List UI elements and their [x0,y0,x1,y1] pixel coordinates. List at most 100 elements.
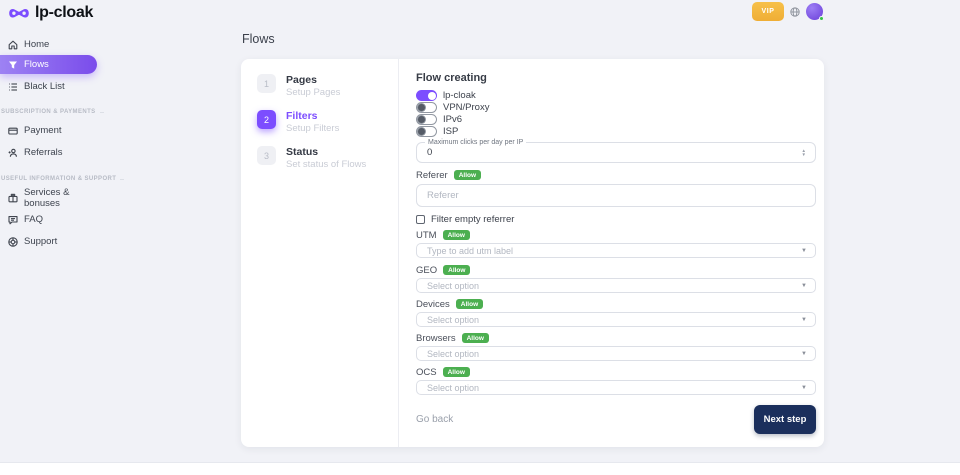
utm-label: UTM [416,230,437,241]
geo-label-row: GEO Allow [416,265,816,275]
sidebar-item-label: Payment [24,125,62,136]
utm-combobox[interactable]: Type to add utm label ▼ [416,243,816,258]
step-number: 2 [257,110,276,129]
brand-name: lp-cloak [35,4,93,22]
max-clicks-label: Maximum clicks per day per IP [425,139,526,147]
geo-select[interactable]: Select option ▼ [416,278,816,293]
step-filters[interactable]: 2 Filters Setup Filters [257,110,386,134]
next-step-button[interactable]: Next step [754,405,816,434]
chevron-down-icon: ▼ [801,385,807,391]
allow-badge[interactable]: Allow [443,265,470,275]
sidebar-item-referrals[interactable]: Services & bonuses Referrals [0,147,100,158]
step-subtitle: Setup Pages [286,87,340,98]
devices-select[interactable]: Select option ▼ [416,312,816,327]
toggle-switch-off[interactable] [416,102,437,113]
devices-label-row: Devices Allow [416,299,816,309]
section-divider [120,179,124,180]
step-title: Filters [286,110,339,122]
toggle-lp-cloak[interactable]: lp-cloak [416,90,816,101]
bottom-footer-strip [0,462,960,475]
allow-badge[interactable]: Allow [443,230,470,240]
toggle-isp[interactable]: ISP [416,126,816,137]
ocs-label-row: OCS Allow [416,367,816,377]
app-root: lp-cloak VIP Home Flows [0,0,960,475]
utm-label-row: UTM Allow [416,230,816,240]
home-icon [8,40,18,50]
geo-label: GEO [416,265,437,276]
sidebar-item-payment[interactable]: Payment [0,125,100,136]
list-icon [8,82,18,92]
main-content: Flows 1 Pages Setup Pages 2 Filters Setu… [241,30,824,447]
mask-icon [8,6,30,21]
chevron-down-icon: ▼ [801,283,807,289]
step-number: 3 [257,146,276,165]
sidebar-section-title: Subscription & Payments [0,109,100,115]
chevron-down-icon: ▼ [801,248,807,254]
toggle-switch-off[interactable] [416,126,437,137]
allow-badge[interactable]: Allow [456,299,483,309]
step-status[interactable]: 3 Status Set status of Flows [257,146,386,170]
allow-badge[interactable]: Allow [462,333,489,343]
sidebar-item-label: Referrals [24,147,63,158]
sidebar-section-title: Useful information & Support [0,176,100,182]
chat-icon [8,215,18,225]
step-subtitle: Setup Filters [286,123,339,134]
step-title: Status [286,146,366,158]
sidebar-item-faq[interactable]: FAQ [0,214,100,225]
page-title: Flows [242,32,824,46]
referer-label-row: Referer Allow [416,170,816,180]
vip-button[interactable]: VIP [752,2,784,21]
section-divider [100,112,104,113]
max-clicks-field: Maximum clicks per day per IP ▲▼ [416,142,816,163]
checkbox-unchecked[interactable] [416,215,425,224]
toggle-vpn-proxy[interactable]: VPN/Proxy [416,102,816,113]
sidebar-item-flows[interactable]: Flows [0,55,97,74]
sidebar-item-label: Flows [24,59,49,70]
ocs-label: OCS [416,367,437,378]
sidebar-item-label: Home [24,39,49,50]
form-footer: Go back Next step [416,405,816,434]
flow-card: 1 Pages Setup Pages 2 Filters Setup Filt… [241,59,824,447]
add-user-icon [8,148,18,158]
sidebar-item-label: Services & bonuses [24,187,100,209]
allow-badge[interactable]: Allow [454,170,481,180]
step-pages[interactable]: 1 Pages Setup Pages [257,74,386,98]
sidebar-item-services-bonuses[interactable]: Services & bonuses [0,192,100,203]
toggle-switch-off[interactable] [416,114,437,125]
referer-input[interactable] [416,184,816,207]
max-clicks-input[interactable] [417,147,802,158]
browsers-label-row: Browsers Allow [416,333,816,343]
user-avatar[interactable] [806,3,823,20]
step-number: 1 [257,74,276,93]
filter-empty-referrer-checkbox-row[interactable]: Filter empty referrer [416,214,816,224]
globe-icon[interactable] [790,7,800,17]
online-status-dot [819,16,824,21]
step-subtitle: Set status of Flows [286,159,366,170]
toggle-switch-on[interactable] [416,90,437,101]
header-actions: VIP [752,2,823,21]
devices-label: Devices [416,299,450,310]
credit-card-icon [8,126,18,136]
toggle-ipv6[interactable]: IPv6 [416,114,816,125]
browsers-label: Browsers [416,333,456,344]
sidebar-item-home[interactable]: Home [0,39,100,50]
sidebar-item-label: Black List [24,81,65,92]
chevron-down-icon: ▼ [801,317,807,323]
sidebar-item-support[interactable]: Support [0,236,100,247]
top-header: lp-cloak VIP [0,0,960,26]
browsers-select[interactable]: Select option ▼ [416,346,816,361]
sidebar: Home Flows Black List Subscription & Pay… [0,30,100,247]
brand-logo[interactable]: lp-cloak [8,4,93,22]
lifebuoy-icon [8,237,18,247]
form-title: Flow creating [416,72,816,85]
flows-funnel-icon [8,60,18,70]
ocs-select[interactable]: Select option ▼ [416,380,816,395]
number-stepper-icon[interactable]: ▲▼ [802,149,806,157]
sidebar-item-label: FAQ [24,214,43,225]
go-back-link[interactable]: Go back [416,414,453,425]
allow-badge[interactable]: Allow [443,367,470,377]
step-list: 1 Pages Setup Pages 2 Filters Setup Filt… [241,59,399,447]
sidebar-item-label: Support [24,236,57,247]
referer-label: Referer [416,170,448,181]
sidebar-item-black-list[interactable]: Black List [0,81,100,92]
